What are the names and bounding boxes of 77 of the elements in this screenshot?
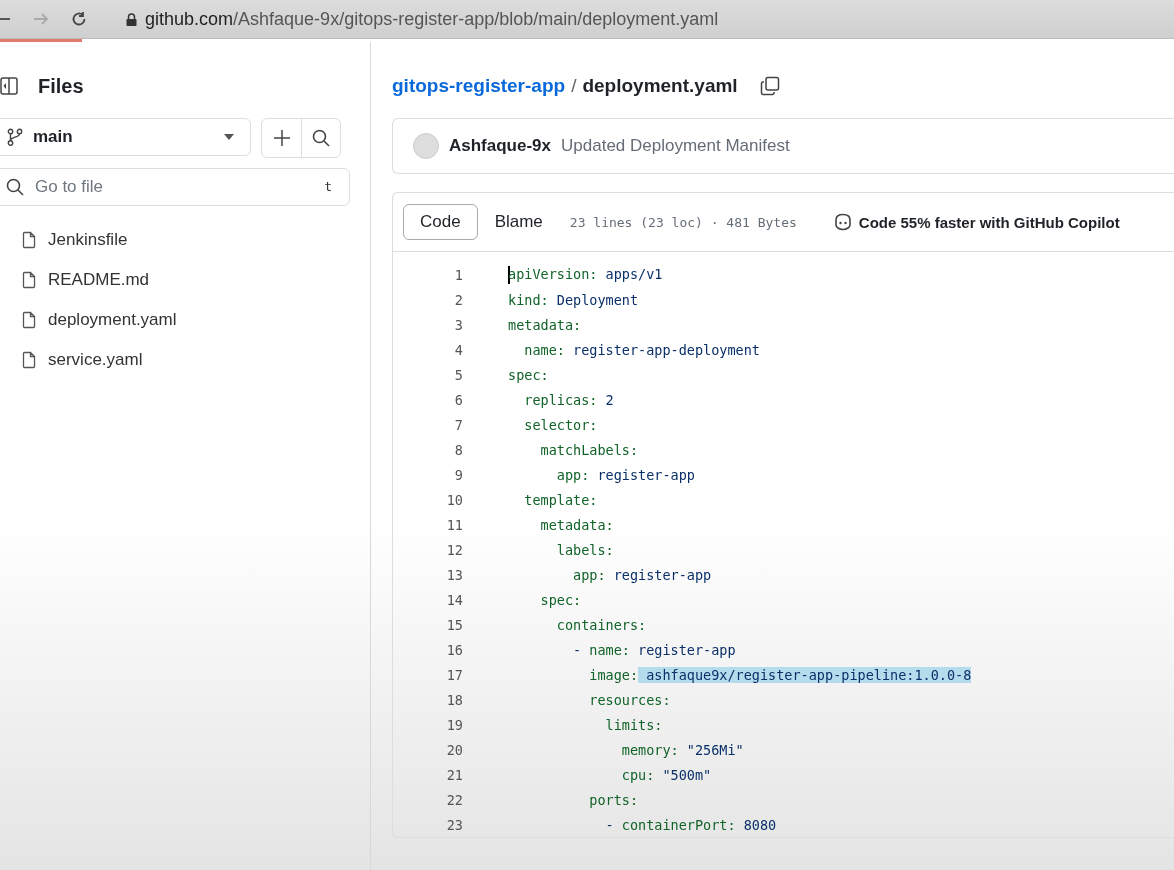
file-icon [22,351,36,369]
code-line: app: register-app [555,466,695,483]
author-link[interactable]: Ashfaque-9x [449,136,552,156]
line-number: 16 [445,641,463,658]
line-number: 14 [445,591,463,608]
lock-icon [126,12,137,26]
line-number: 18 [445,691,463,708]
line-number: 23 [445,816,463,833]
line-number: 5 [453,366,463,383]
code-line: - name: register-app [572,641,736,658]
copilot-icon [832,213,853,231]
file-item[interactable]: service.yaml [22,340,350,380]
copy-icon[interactable] [759,76,780,96]
line-number: 15 [445,616,463,633]
code-line: resources: [588,691,671,708]
search-icon [312,129,330,147]
file-item[interactable]: README.md [22,260,350,300]
line-number: 2 [453,291,463,308]
file-info: 23 lines (23 loc) · 481 Bytes [569,214,797,230]
line-number: 22 [445,791,463,808]
line-number: 12 [445,541,463,558]
code-line: ports: [588,791,639,808]
line-number: 13 [445,566,463,583]
file-name: deployment.yaml [582,75,738,97]
line-number: 19 [445,716,463,733]
code-line: template: [523,491,598,508]
copilot-promo: Code 55% faster with GitHub Copilot [858,213,1120,231]
code-line: memory: "256Mi" [620,741,744,758]
code-line: spec: [539,591,582,608]
code-line: replicas: 2 [523,391,614,408]
reload-icon[interactable] [70,10,88,28]
code-line: - containerPort: 8080 [604,816,777,833]
file-icon [22,311,36,329]
code-line: image: ashfaque9x/register-app-pipeline:1.0.0-8 [588,666,972,683]
code-line: labels: [555,541,614,558]
code-line: metadata: [539,516,614,533]
line-number: 11 [445,516,463,533]
code-line: containers: [555,616,647,633]
line-number: 21 [445,766,463,783]
view-tab[interactable]: Blame [477,204,560,240]
keyboard-shortcut: t [324,179,332,194]
file-item[interactable]: Jenkinsfile [22,220,350,260]
branch-selector[interactable]: main [0,118,251,156]
code-line: limits: [604,716,663,733]
file-item[interactable]: deployment.yaml [22,300,350,340]
code-line: spec: [508,366,549,383]
caret-icon [224,134,234,140]
line-number: 20 [445,741,463,758]
code-line: matchLabels: [539,441,639,458]
branch-icon [7,128,23,146]
line-number: 6 [453,391,463,408]
plus-icon [272,129,291,147]
line-number: 9 [453,466,463,483]
avatar-icon [413,133,439,159]
view-tab[interactable]: Code [403,204,478,240]
address-bar[interactable]: github.com/Ashfaque-9x/gitops-register-app/blob/main/deployment.yaml [145,8,719,30]
code-line: cpu: "500m" [620,766,712,783]
file-icon [22,271,36,289]
breadcrumb-separator: / [571,75,577,97]
line-number: 17 [445,666,463,683]
code-line: app: register-app [572,566,712,583]
sidebar-title: Files [38,74,84,98]
sidebar-toggle-icon[interactable] [0,77,18,95]
code-line: metadata: [508,316,582,333]
code-line: kind: Deployment [508,291,639,308]
line-number: 7 [453,416,463,433]
line-number: 1 [453,266,463,283]
search-icon [6,178,24,196]
code-line: selector: [523,416,598,433]
code-line: name: register-app-deployment [523,341,760,358]
line-number: 4 [453,341,463,358]
line-number: 10 [445,491,463,508]
line-number: 3 [453,316,463,333]
line-number: 8 [453,441,463,458]
repository-link[interactable]: gitops-register-app [392,75,566,97]
commit-message: Updated Deployment Manifest [561,136,790,156]
file-icon [22,231,36,249]
